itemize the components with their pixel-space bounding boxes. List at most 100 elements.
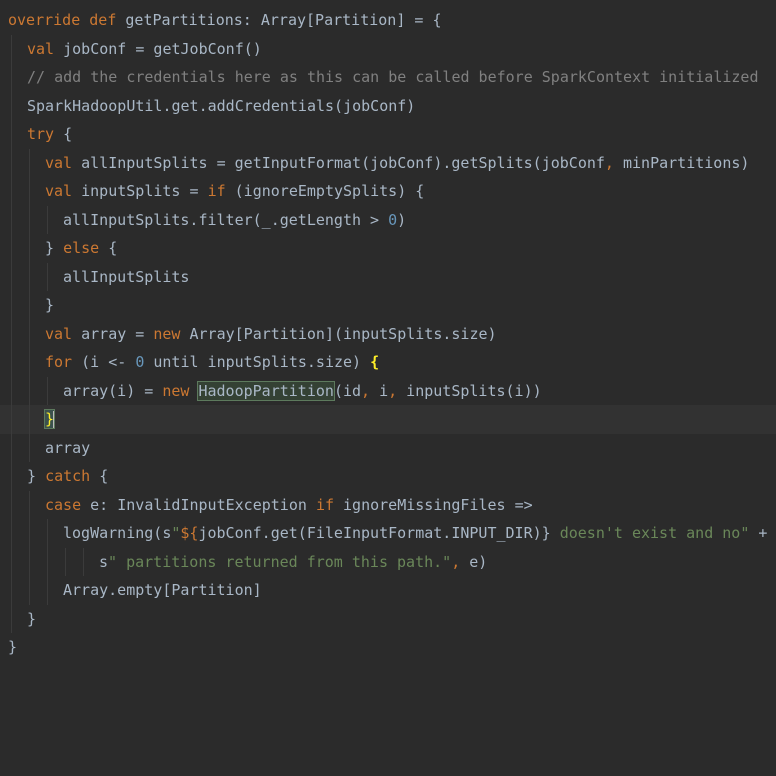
code-text: ) [397,210,407,229]
code-line[interactable]: array [0,433,776,462]
keyword-token: else [63,239,100,257]
indent-guide [11,177,12,206]
keyword-token: val [45,153,73,172]
string-token: " partitions returned from this path." [108,552,452,571]
code-line[interactable]: val inputSplits = if (ignoreEmptySplits)… [0,177,776,206]
indent-guide [11,348,12,377]
indent-guide [11,34,12,63]
indent-guide [11,547,12,576]
code-text: (i <- [72,353,136,371]
indent-guide [11,519,12,548]
code-text: allInputSplits.filter(_.getLength > [63,210,389,229]
indent-guide [11,405,12,434]
indent-guide [11,148,12,177]
code-line[interactable]: } [0,291,776,320]
code-line[interactable]: } [0,633,776,662]
code-text: array(i) = [63,381,163,400]
code-text: } [45,239,64,257]
code-text: allInputSplits [63,267,190,286]
code-text: { [99,239,118,257]
code-line[interactable]: // add the credentials here as this can … [0,63,776,92]
code-text: allInputSplits = getInputFormat(jobConf)… [72,153,605,172]
indent-guide [11,63,12,92]
code-text: getPartitions: Array[Partition] = { [116,11,442,29]
code-line[interactable]: val jobConf = getJobConf() [0,34,776,63]
code-line[interactable]: allInputSplits.filter(_.getLength > 0) [0,205,776,234]
code-line[interactable]: Array.empty[Partition] [0,576,776,605]
indent-guide [11,91,12,120]
indent-guide [11,120,12,149]
code-line[interactable]: array(i) = new HadoopPartition(id, i, in… [0,376,776,405]
keyword-token: if [315,495,334,514]
indent-guide [29,405,30,434]
indent-guide [47,205,48,234]
code-line[interactable]: s" partitions returned from this path.",… [0,547,776,576]
indent-guide [11,604,12,633]
indent-guide [47,547,48,576]
highlighted-identifier[interactable]: HadoopPartition [197,380,335,401]
code-text: (ignoreEmptySplits) { [225,182,425,200]
code-line[interactable]: logWarning(s"${jobConf.get(FileInputForm… [0,519,776,548]
comment-text: // add the credentials here as this can … [27,68,759,86]
indent-guide [11,291,12,320]
code-text: { [90,467,109,485]
comma-token: , [388,381,398,400]
indent-guide [29,376,30,405]
code-editor[interactable]: override def getPartitions: Array[Partit… [0,0,776,670]
code-line[interactable]: for (i <- 0 until inputSplits.size) { [0,348,776,377]
indent-guide [11,433,12,462]
indent-guide [11,319,12,348]
string-token: doesn't exist and no" [550,524,750,542]
keyword-token: catch [45,467,91,485]
code-text: } [27,609,37,628]
code-line[interactable]: val allInputSplits = getInputFormat(jobC… [0,148,776,177]
code-text: logWarning(s [63,524,172,542]
indent-guide [29,205,30,234]
code-text: SparkHadoopUtil.get.addCredentials(jobCo… [27,96,416,115]
code-text: until inputSplits.size) [144,353,371,371]
indent-guide [29,547,30,576]
code-text: e) [460,552,488,571]
code-line[interactable]: override def getPartitions: Array[Partit… [0,6,776,35]
code-text: e: InvalidInputException [81,495,316,514]
code-line[interactable]: } [0,604,776,633]
indent-guide [29,148,30,177]
current-code-line[interactable]: } [0,405,776,434]
indent-guide [29,576,30,605]
code-text: minPartitions) [613,153,750,172]
comma-token: , [361,381,371,400]
code-line[interactable]: } catch { [0,462,776,491]
indent-guide [83,547,84,576]
indent-guide [11,205,12,234]
indent-guide [29,348,30,377]
comma-token: , [604,153,614,172]
code-line[interactable]: } else { [0,234,776,263]
keyword-token: new [153,324,181,343]
interpolation-token: ${ [180,524,199,542]
code-line[interactable]: val array = new Array[Partition](inputSp… [0,319,776,348]
code-line[interactable]: allInputSplits [0,262,776,291]
code-text: + [749,524,768,542]
code-line[interactable]: try { [0,120,776,149]
code-line[interactable]: case e: InvalidInputException if ignoreM… [0,490,776,519]
indent-guide [11,234,12,263]
matched-brace-open: { [370,353,380,371]
comma-token: , [451,552,461,571]
indent-guide [29,291,30,320]
code-line[interactable]: SparkHadoopUtil.get.addCredentials(jobCo… [0,91,776,120]
code-text: (id [333,381,362,400]
code-text: Array[Partition](inputSplits.size) [180,324,497,343]
code-text: } [27,467,46,485]
indent-guide [29,519,30,548]
indent-guide [29,177,30,206]
keyword-token: try [27,125,55,143]
code-text: } [8,638,18,656]
code-text: Array.empty[Partition] [63,581,262,599]
indent-guide [47,376,48,405]
code-text: array = [72,324,154,343]
code-text: i [370,381,389,400]
indent-guide [47,262,48,291]
code-text: array [45,438,91,457]
keyword-token: case [45,495,82,514]
